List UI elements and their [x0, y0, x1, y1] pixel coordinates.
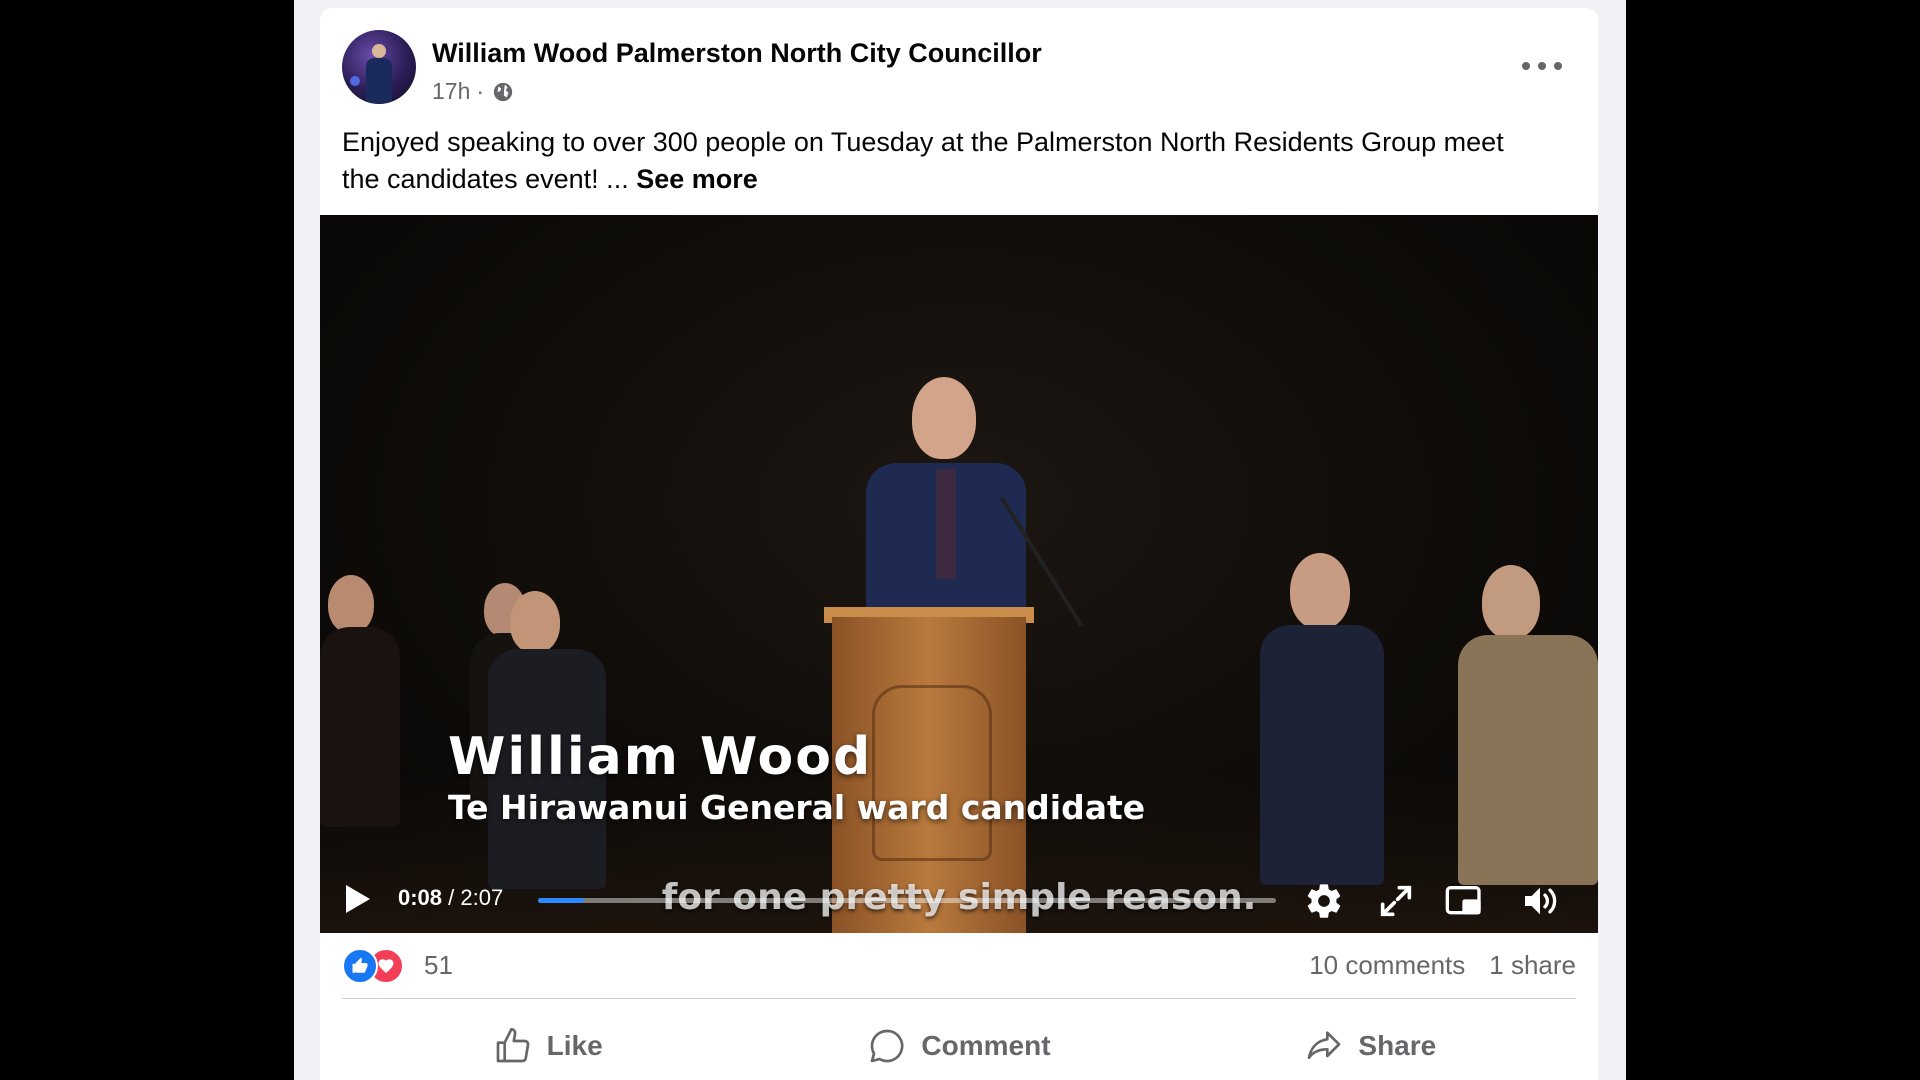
share-button[interactable]: Share — [1165, 1008, 1576, 1080]
lower-third-subtitle: Te Hirawanui General ward candidate — [448, 788, 1146, 827]
avatar-body-detail — [366, 58, 392, 104]
meta-separator: · — [476, 78, 485, 104]
reaction-icons[interactable] — [342, 946, 404, 984]
play-icon[interactable] — [346, 885, 370, 913]
time-separator: / — [442, 885, 461, 910]
post-card: William Wood Palmerston North City Counc… — [320, 8, 1598, 1080]
more-dot — [1554, 62, 1562, 70]
post-header: William Wood Palmerston North City Counc… — [320, 8, 1598, 116]
lower-third-name: William Wood — [448, 727, 873, 787]
current-time: 0:08 — [398, 885, 443, 910]
picture-in-picture-icon[interactable] — [1444, 881, 1484, 921]
fullscreen-icon[interactable] — [1376, 881, 1416, 921]
like-reaction-icon — [342, 948, 378, 984]
video-time: 0:08 / 2:07 — [398, 885, 503, 911]
feed-column: William Wood Palmerston North City Counc… — [294, 0, 1626, 1080]
avatar-head-detail — [372, 44, 386, 58]
post-actions: Like Comment Share — [342, 1008, 1576, 1080]
divider — [342, 998, 1576, 999]
reactions-summary: 51 10 comments 1 share — [342, 946, 1576, 988]
video-player[interactable]: William Wood Te Hirawanui General ward c… — [320, 215, 1598, 933]
more-options-icon[interactable] — [1522, 54, 1562, 78]
avatar-light-detail — [350, 76, 360, 86]
duration: 2:07 — [460, 885, 504, 910]
post-text: Enjoyed speaking to over 300 people on T… — [342, 124, 1542, 198]
comments-count[interactable]: 10 comments — [1309, 950, 1465, 981]
post-meta: 17h · — [432, 78, 514, 105]
video-controls: 0:08 / 2:07 — [320, 867, 1598, 933]
share-label: Share — [1358, 1030, 1437, 1061]
thumbs-up-icon — [496, 1028, 529, 1063]
lower-third: William Wood Te Hirawanui General ward c… — [448, 727, 1145, 829]
progress-fill — [538, 898, 585, 903]
more-dot — [1522, 62, 1530, 70]
comment-button[interactable]: Comment — [753, 1008, 1164, 1080]
post-body: Enjoyed speaking to over 300 people on T… — [342, 127, 1504, 194]
more-dot — [1538, 62, 1546, 70]
share-icon — [1308, 1031, 1341, 1059]
comment-label: Comment — [921, 1030, 1051, 1061]
like-button[interactable]: Like — [342, 1008, 753, 1080]
post-timestamp[interactable]: 17h — [432, 78, 470, 105]
settings-icon[interactable] — [1304, 881, 1344, 921]
volume-icon[interactable] — [1520, 881, 1560, 921]
see-more-link[interactable]: See more — [636, 164, 758, 194]
reaction-count[interactable]: 51 — [424, 950, 453, 981]
progress-bar[interactable] — [538, 898, 1276, 903]
page-name-link[interactable]: William Wood Palmerston North City Counc… — [432, 38, 1042, 69]
avatar[interactable] — [342, 30, 416, 104]
comment-icon — [871, 1029, 904, 1063]
like-label: Like — [546, 1030, 603, 1061]
shares-count[interactable]: 1 share — [1489, 950, 1576, 981]
globe-icon[interactable] — [492, 81, 514, 103]
engagement-counts: 10 comments 1 share — [1309, 950, 1576, 981]
